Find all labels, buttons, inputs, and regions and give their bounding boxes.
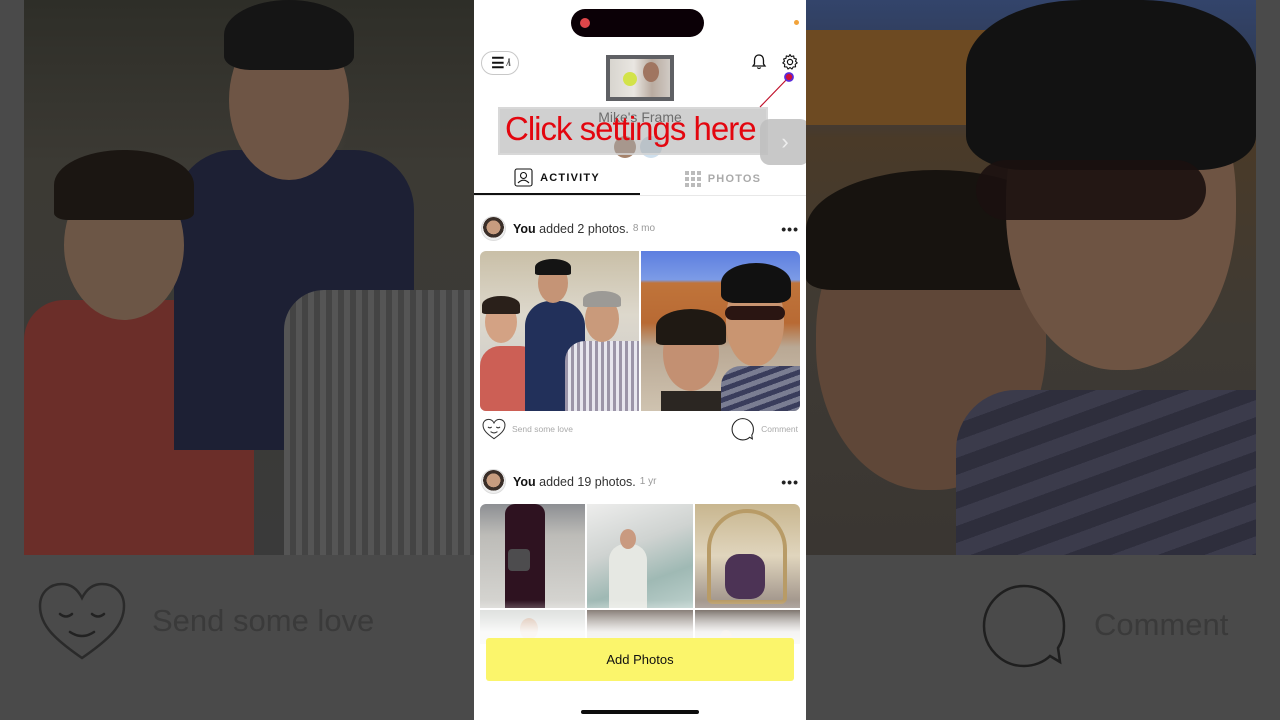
- brand-logo-icon: /\\: [506, 57, 512, 69]
- tab-bar: ACTIVITY PHOTOS: [474, 162, 806, 196]
- comment-label: Comment: [761, 424, 798, 434]
- feed-item-text: You added 19 photos.: [513, 475, 636, 489]
- comment-bubble-icon: [731, 418, 755, 441]
- tab-photos-label: PHOTOS: [707, 172, 762, 185]
- send-love-button[interactable]: Send some love: [482, 418, 573, 440]
- heart-face-icon: [38, 582, 126, 660]
- recording-indicator-icon: [580, 18, 590, 28]
- phone-screen: ☰ /\\ Mike's Frame Click settings here ›: [474, 0, 806, 720]
- tutorial-hint-text: Click settings here: [505, 110, 757, 147]
- feed-photo[interactable]: [587, 504, 693, 608]
- pointer-line-icon: [759, 72, 794, 108]
- hamburger-icon: ☰: [491, 54, 505, 72]
- dynamic-island: [571, 9, 704, 37]
- home-indicator[interactable]: [581, 710, 699, 714]
- feed-photo-group: [480, 251, 800, 411]
- comment-bubble-icon: [982, 584, 1066, 668]
- feed-action: added 2 photos.: [539, 221, 629, 236]
- feed-user: You: [513, 221, 536, 236]
- feed-photo[interactable]: [641, 251, 800, 411]
- feed-user: You: [513, 474, 536, 489]
- feed-time: 8 mo: [632, 223, 656, 234]
- feed-photo[interactable]: [694, 504, 800, 608]
- next-hint-button[interactable]: ›: [760, 119, 806, 165]
- background-photo-left: [24, 0, 474, 555]
- background-comment-label: Comment: [1094, 607, 1229, 642]
- send-love-label: Send some love: [512, 424, 573, 434]
- avatar[interactable]: [481, 469, 506, 494]
- background-send-love: Send some love: [36, 580, 374, 662]
- more-options-icon[interactable]: •••: [781, 474, 799, 490]
- gear-icon[interactable]: [781, 53, 799, 71]
- feed-item-text: You added 2 photos.: [513, 222, 629, 236]
- feed-photo[interactable]: [480, 251, 639, 411]
- person-icon: [514, 168, 533, 187]
- tab-activity[interactable]: ACTIVITY: [474, 162, 640, 195]
- privacy-indicator-icon: [794, 20, 799, 25]
- tab-photos[interactable]: PHOTOS: [640, 162, 806, 195]
- screen: Send some love Comment ☰ /\\ Mike's Fram…: [0, 0, 1280, 720]
- add-photos-button[interactable]: Add Photos: [486, 638, 794, 681]
- heart-face-icon: [482, 418, 506, 440]
- feed-action: added 19 photos.: [539, 474, 636, 489]
- avatar[interactable]: [481, 216, 506, 241]
- feed-time: 1 yr: [639, 476, 657, 487]
- grid-icon: [684, 170, 701, 187]
- more-options-icon[interactable]: •••: [781, 221, 799, 237]
- feed-actions: Send some love Comment: [482, 416, 798, 442]
- chevron-right-icon: ›: [781, 129, 789, 154]
- feed-item-header: You added 2 photos. 8 mo •••: [481, 216, 799, 241]
- background-comment: Comment: [980, 580, 1228, 670]
- bell-icon[interactable]: [750, 53, 768, 71]
- background-love-label: Send some love: [152, 603, 375, 638]
- frame-thumbnail[interactable]: [606, 55, 674, 101]
- background-photo-right: [806, 0, 1256, 555]
- feed-photo[interactable]: [480, 504, 586, 608]
- tab-activity-label: ACTIVITY: [540, 171, 600, 184]
- menu-button[interactable]: ☰ /\\: [481, 51, 519, 75]
- feed-item-header: You added 19 photos. 1 yr •••: [481, 469, 799, 494]
- comment-button[interactable]: Comment: [731, 417, 798, 441]
